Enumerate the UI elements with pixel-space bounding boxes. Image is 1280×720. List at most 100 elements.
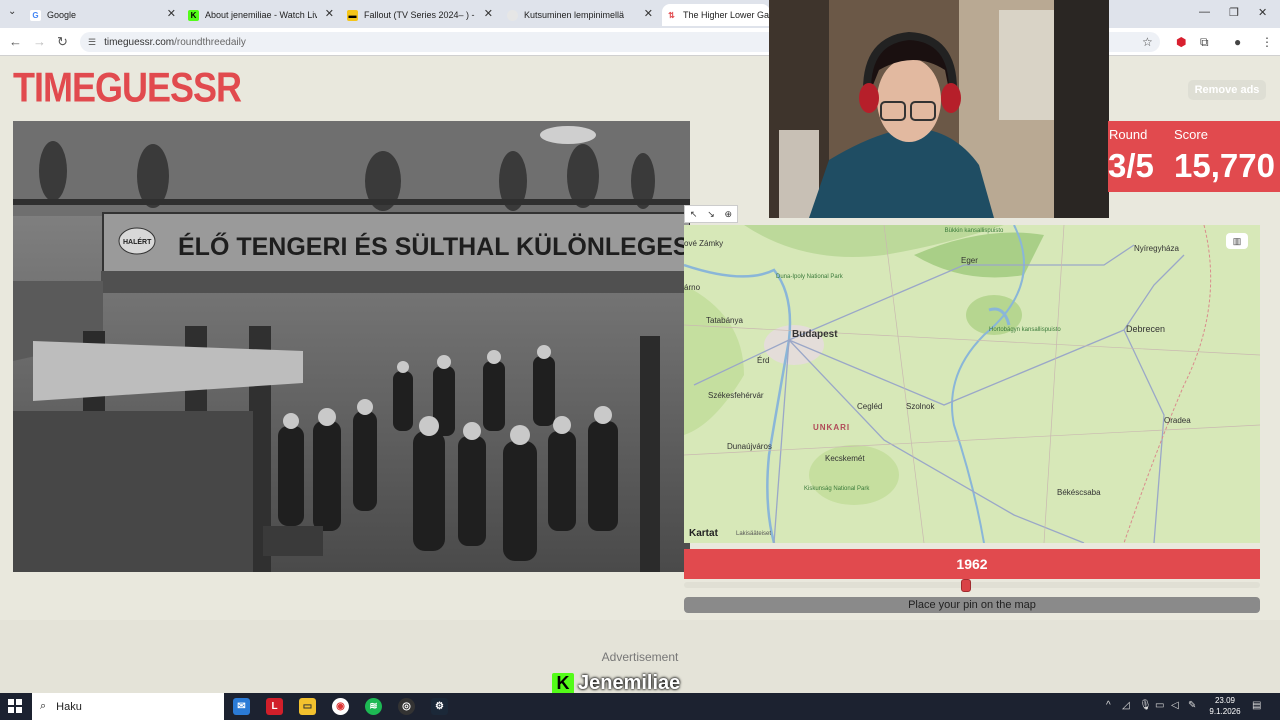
imdb-icon: ▬ — [347, 9, 358, 21]
page-icon — [507, 9, 518, 21]
close-window-icon[interactable]: ✕ — [1258, 6, 1267, 19]
tab-kutsuminen[interactable]: Kutsuminen lempinimellä ✕ — [503, 4, 659, 26]
kick-logo-icon: K — [552, 672, 574, 695]
url-path: /roundthreedaily — [174, 36, 246, 48]
map-label-region: UNKARI — [813, 423, 851, 432]
back-icon[interactable]: ← — [9, 34, 22, 49]
restore-icon[interactable]: ❐ — [1229, 6, 1239, 19]
tab-higher-lower[interactable]: ⇅ The Higher Lower Game — [662, 4, 770, 26]
search-icon: ⌕ — [40, 700, 47, 712]
minimize-icon[interactable]: — — [1199, 6, 1210, 18]
taskbar-clock[interactable]: 23.09 9.1.2026 — [1207, 695, 1243, 717]
map-size-controls: ↖ ↘ ⊕ — [684, 205, 738, 223]
file-explorer-icon[interactable]: ▭ — [299, 698, 316, 715]
timeguessr-logo[interactable]: TIMEGUESSR — [13, 66, 242, 108]
tray-overflow-icon[interactable]: ^ — [1106, 700, 1111, 711]
tab-kick[interactable]: K About jenemiliae - Watch Live c ✕ — [184, 4, 340, 26]
advertisement-label: Advertisement — [601, 650, 679, 664]
map-label-eger: Eger — [961, 256, 978, 265]
map-label-bekescsaba: Békéscsaba — [1057, 488, 1101, 497]
reload-icon[interactable]: ↻ — [57, 34, 68, 50]
map-layers-icon[interactable]: ▥ — [1226, 233, 1248, 249]
menu-kebab-icon[interactable]: ⋮ — [1261, 35, 1273, 49]
score-value: 15,770 — [1174, 147, 1275, 184]
network-icon[interactable]: ◿ — [1122, 700, 1130, 711]
streamer-webcam — [769, 0, 1109, 218]
map-legal-link[interactable]: Lakisääteiset — [736, 531, 771, 537]
place-pin-button[interactable]: Place your pin on the map — [684, 597, 1260, 613]
map-shrink-icon[interactable]: ↖ — [690, 209, 698, 220]
bookmark-star-icon[interactable]: ☆ — [1142, 35, 1153, 49]
battery-icon[interactable]: ▭ — [1155, 700, 1164, 711]
tab-title: Google — [47, 10, 77, 20]
windows-start-icon[interactable] — [8, 699, 22, 713]
guess-photo: ÉLŐ TENGERI ÉS SÜLTHAL KÜLÖNLEGESSÉGEK H… — [13, 121, 690, 572]
market-photo-illustration: ÉLŐ TENGERI ÉS SÜLTHAL KÜLÖNLEGESSÉGEK H… — [13, 121, 690, 572]
map-label-dunaujvaros: Dunaújváros — [727, 442, 772, 451]
close-icon[interactable]: ✕ — [325, 7, 334, 20]
close-icon[interactable]: ✕ — [644, 7, 653, 20]
outlook-icon[interactable]: ✉ — [233, 698, 250, 715]
photo-sign-logo: HALÉRT — [123, 237, 152, 246]
extensions-puzzle-icon[interactable]: ⧉ — [1200, 35, 1209, 50]
volume-icon[interactable]: ◁ — [1171, 700, 1179, 711]
round-value: 3/5 — [1108, 147, 1154, 184]
url-host: timeguessr.com — [104, 36, 175, 48]
map-label-debrecen: Debrecen — [1126, 324, 1166, 334]
map-label-nyiregyhaza: Nyíregyháza — [1134, 244, 1179, 253]
tab-list-icon[interactable]: ⌄ — [8, 6, 16, 17]
notifications-icon[interactable]: ▤ — [1252, 700, 1261, 711]
spotify-icon[interactable]: ≋ — [365, 698, 382, 715]
taskbar-search-label: Haku — [56, 700, 82, 713]
guess-map[interactable]: ▥ Budapest Nyíregyháza Debrecen Oradea E… — [684, 225, 1260, 543]
photo-sign-text: ÉLŐ TENGERI ÉS SÜLTHAL KÜLÖNLEGESSÉGEK — [178, 232, 690, 261]
site-info-icon[interactable]: ☰ — [88, 37, 96, 48]
map-label-erd: Érd — [757, 356, 770, 365]
extension-shield-icon[interactable]: ⬢ — [1176, 35, 1186, 49]
clock-date: 9.1.2026 — [1209, 707, 1241, 716]
taskbar-search[interactable]: ⌕ Haku — [32, 693, 224, 720]
map-park-dunaipoly: Duna-Ipoly National Park — [776, 274, 843, 280]
streamer-name-overlay: K Jenemiliae — [552, 672, 680, 695]
close-icon[interactable]: ✕ — [167, 7, 176, 20]
webcam-illustration — [769, 0, 1109, 218]
score-panel: Round Score 3/5 15,770 — [1108, 121, 1280, 192]
game-icon: ⇅ — [666, 9, 677, 21]
tab-title: The Higher Lower Game — [683, 10, 770, 20]
map-attribution: Kartat — [689, 528, 718, 539]
google-icon: G — [30, 9, 41, 21]
close-icon[interactable]: ✕ — [484, 7, 493, 20]
forward-icon[interactable]: → — [33, 34, 46, 49]
map-label-tatabanya: Tatabánya — [706, 316, 743, 325]
remove-ads-button[interactable]: Remove ads — [1188, 80, 1266, 100]
kick-icon: K — [188, 9, 199, 21]
map-label-arno: árno — [684, 283, 701, 292]
map-label-zamky: ové Zámky — [684, 239, 724, 248]
map-label-cegled: Cegléd — [857, 402, 883, 411]
map-label-szekesfehervar: Székesfehérvár — [708, 391, 764, 400]
windows-taskbar: ⌕ Haku ✉ L ▭ ◉ ≋ ◎ ⚙ ^ ◿ 🎙 ▭ ◁ ✎ 23.09 9… — [0, 693, 1280, 720]
map-label-oradea: Oradea — [1164, 416, 1191, 425]
lastpass-icon[interactable]: L — [266, 698, 283, 715]
map-park-bukk: Bükkin kansallispuisto — [944, 228, 1004, 234]
map-pin-icon[interactable]: ⊕ — [725, 209, 733, 220]
tab-imdb[interactable]: ▬ Fallout (TV Series 2024– ) - IMD ✕ — [343, 4, 499, 26]
chrome-icon[interactable]: ◉ — [332, 698, 349, 715]
obs-icon[interactable]: ◎ — [398, 698, 415, 715]
profile-avatar-icon[interactable]: ● — [1234, 35, 1241, 49]
steam-icon[interactable]: ⚙ — [431, 698, 448, 715]
tab-title: Kutsuminen lempinimellä — [524, 10, 625, 20]
map-label-szolnok: Szolnok — [906, 402, 935, 411]
clock-time: 23.09 — [1214, 696, 1236, 705]
year-slider[interactable] — [684, 579, 1260, 592]
map-park-kiskunsag: Kiskunság National Park — [804, 486, 870, 492]
year-display: 1962 — [684, 549, 1260, 579]
tab-title: Fallout (TV Series 2024– ) - IMD — [364, 10, 476, 20]
pen-icon[interactable]: ✎ — [1188, 700, 1196, 711]
tab-google[interactable]: G Google ✕ — [26, 4, 182, 26]
map-terrain — [684, 225, 1260, 543]
year-slider-thumb[interactable] — [961, 579, 972, 592]
map-expand-icon[interactable]: ↘ — [707, 209, 715, 220]
microphone-icon[interactable]: 🎙 — [1139, 700, 1152, 711]
tab-title: About jenemiliae - Watch Live c — [205, 10, 317, 20]
